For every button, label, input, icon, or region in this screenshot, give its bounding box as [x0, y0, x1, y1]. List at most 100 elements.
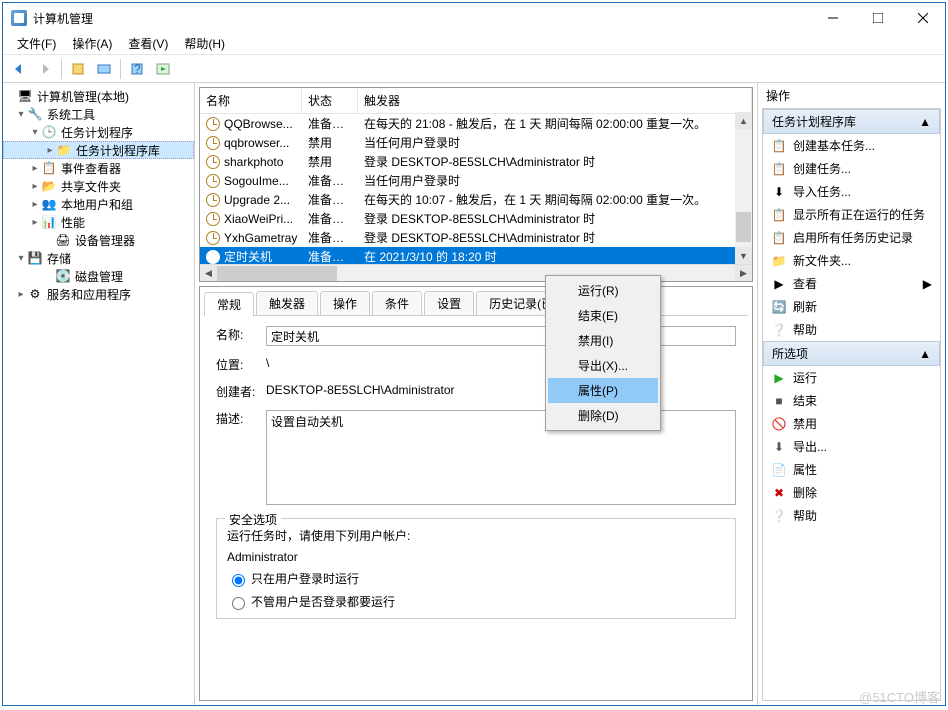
action-item[interactable]: ▶运行: [763, 366, 940, 389]
clock-icon: [206, 250, 220, 264]
col-name[interactable]: 名称: [200, 88, 302, 113]
menu-help[interactable]: 帮助(H): [176, 33, 233, 54]
action-item[interactable]: 📁新文件夹...: [763, 249, 940, 272]
actions-title: 操作: [758, 83, 945, 108]
list-rows[interactable]: QQBrowse...准备就绪在每天的 21:08 - 触发后，在 1 天 期间…: [200, 114, 752, 264]
tools-icon: 🔧: [27, 106, 43, 122]
task-list: 名称 状态 触发器 QQBrowse...准备就绪在每天的 21:08 - 触发…: [199, 87, 753, 282]
cm-export[interactable]: 导出(X)...: [548, 353, 658, 378]
name-field[interactable]: [266, 326, 736, 346]
main-window: 计算机管理 文件(F) 操作(A) 查看(V) 帮助(H) ? 🖥计算机管理(本…: [2, 2, 946, 706]
action-item[interactable]: ❔帮助: [763, 504, 940, 527]
action-item[interactable]: ❔帮助: [763, 318, 940, 341]
radio-onlogin[interactable]: [232, 574, 245, 587]
tab-settings[interactable]: 设置: [424, 291, 474, 315]
cm-end[interactable]: 结束(E): [548, 303, 658, 328]
action-icon: ▶: [771, 276, 787, 292]
tree-services[interactable]: ▸⚙服务和应用程序: [3, 285, 194, 303]
cm-delete[interactable]: 删除(D): [548, 403, 658, 428]
creator-value: DESKTOP-8E5SLCH\Administrator: [266, 383, 736, 397]
action-icon: 📋: [771, 138, 787, 154]
properties-icon[interactable]: [66, 58, 90, 80]
action-item[interactable]: ■结束: [763, 389, 940, 412]
help-icon[interactable]: ?: [125, 58, 149, 80]
task-row[interactable]: QQBrowse...准备就绪在每天的 21:08 - 触发后，在 1 天 期间…: [200, 114, 752, 133]
action-item[interactable]: 📋启用所有任务历史记录: [763, 226, 940, 249]
menu-file[interactable]: 文件(F): [9, 33, 64, 54]
task-row[interactable]: YxhGametray准备就绪登录 DESKTOP-8E5SLCH\Admini…: [200, 228, 752, 247]
action-item[interactable]: 📋创建基本任务...: [763, 134, 940, 157]
tab-conditions[interactable]: 条件: [372, 291, 422, 315]
actions-section-lib[interactable]: 任务计划程序库▲: [763, 109, 940, 134]
tree-tasklib[interactable]: ▸📁任务计划程序库: [3, 141, 194, 159]
tree-storage[interactable]: ▾💾存储: [3, 249, 194, 267]
close-button[interactable]: [900, 4, 945, 33]
action-icon: 🚫: [771, 416, 787, 432]
action-item[interactable]: 🔄刷新: [763, 295, 940, 318]
minimize-button[interactable]: [810, 4, 855, 33]
menu-action[interactable]: 操作(A): [64, 33, 120, 54]
actions-pane: 操作 任务计划程序库▲ 📋创建基本任务...📋创建任务...⬇导入任务...📋显…: [757, 83, 945, 705]
disk-icon: 💽: [55, 268, 71, 284]
list-header: 名称 状态 触发器: [200, 88, 752, 114]
window-title: 计算机管理: [33, 10, 810, 27]
action-item[interactable]: 📄属性: [763, 458, 940, 481]
tree-systools[interactable]: ▾🔧系统工具: [3, 105, 194, 123]
clock-icon: [206, 155, 220, 169]
action-icon: ⬇: [771, 439, 787, 455]
action-item[interactable]: ✖删除: [763, 481, 940, 504]
view-icon[interactable]: [92, 58, 116, 80]
tab-triggers[interactable]: 触发器: [256, 291, 318, 315]
action-icon: 📄: [771, 462, 787, 478]
desc-field[interactable]: [266, 410, 736, 505]
action-item[interactable]: 📋创建任务...: [763, 157, 940, 180]
radio-always[interactable]: [232, 597, 245, 610]
task-row[interactable]: SogouIme...准备就绪当任何用户登录时: [200, 171, 752, 190]
tab-actions[interactable]: 操作: [320, 291, 370, 315]
cm-run[interactable]: 运行(R): [548, 278, 658, 303]
tree-pane[interactable]: 🖥计算机管理(本地) ▾🔧系统工具 ▾🕒任务计划程序 ▸📁任务计划程序库 ▸📋事…: [3, 83, 195, 705]
tree-eventviewer[interactable]: ▸📋事件查看器: [3, 159, 194, 177]
task-row[interactable]: qqbrowser...禁用当任何用户登录时: [200, 133, 752, 152]
actions-section-selection[interactable]: 所选项▲: [763, 341, 940, 366]
tree-devmgr[interactable]: 🖨设备管理器: [3, 231, 194, 249]
horizontal-scrollbar[interactable]: ◀▶: [200, 264, 752, 281]
task-row[interactable]: XiaoWeiPri...准备就绪登录 DESKTOP-8E5SLCH\Admi…: [200, 209, 752, 228]
maximize-button[interactable]: [855, 4, 900, 33]
menubar: 文件(F) 操作(A) 查看(V) 帮助(H): [3, 33, 945, 55]
task-row[interactable]: sharkphoto禁用登录 DESKTOP-8E5SLCH\Administr…: [200, 152, 752, 171]
action-item[interactable]: 📋显示所有正在运行的任务: [763, 203, 940, 226]
context-menu[interactable]: 运行(R) 结束(E) 禁用(I) 导出(X)... 属性(P) 删除(D): [545, 275, 661, 431]
tree-diskmgmt[interactable]: 💽磁盘管理: [3, 267, 194, 285]
run-icon[interactable]: [151, 58, 175, 80]
menu-view[interactable]: 查看(V): [120, 33, 176, 54]
cm-disable[interactable]: 禁用(I): [548, 328, 658, 353]
task-row[interactable]: 定时关机准备就绪在 2021/3/10 的 18:20 时: [200, 247, 752, 264]
event-icon: 📋: [41, 160, 57, 176]
col-state[interactable]: 状态: [302, 88, 358, 113]
action-item[interactable]: ▶查看▶: [763, 272, 940, 295]
action-icon: ✖: [771, 485, 787, 501]
tree-tasksched[interactable]: ▾🕒任务计划程序: [3, 123, 194, 141]
action-item[interactable]: ⬇导出...: [763, 435, 940, 458]
center-pane: 名称 状态 触发器 QQBrowse...准备就绪在每天的 21:08 - 触发…: [195, 83, 757, 705]
tabs: 常规 触发器 操作 条件 设置 历史记录(已禁用): [200, 287, 752, 315]
tree-root[interactable]: 🖥计算机管理(本地): [3, 87, 194, 105]
vertical-scrollbar[interactable]: ▲▼: [735, 112, 752, 264]
perf-icon: 📊: [41, 214, 57, 230]
tab-general[interactable]: 常规: [204, 292, 254, 316]
task-row[interactable]: Upgrade 2...准备就绪在每天的 10:07 - 触发后，在 1 天 期…: [200, 190, 752, 209]
back-button[interactable]: [7, 58, 31, 80]
col-trigger[interactable]: 触发器: [358, 88, 752, 113]
action-item[interactable]: 🚫禁用: [763, 412, 940, 435]
svg-text:?: ?: [134, 62, 141, 76]
collapse-icon: ▲: [919, 347, 931, 361]
detail-panel: 常规 触发器 操作 条件 设置 历史记录(已禁用) 名称: 位置:\ 创建者:D…: [199, 286, 753, 701]
cm-properties[interactable]: 属性(P): [548, 378, 658, 403]
tree-users[interactable]: ▸👥本地用户和组: [3, 195, 194, 213]
forward-button[interactable]: [33, 58, 57, 80]
tree-shared[interactable]: ▸📂共享文件夹: [3, 177, 194, 195]
tree-perf[interactable]: ▸📊性能: [3, 213, 194, 231]
action-item[interactable]: ⬇导入任务...: [763, 180, 940, 203]
services-icon: ⚙: [27, 286, 43, 302]
